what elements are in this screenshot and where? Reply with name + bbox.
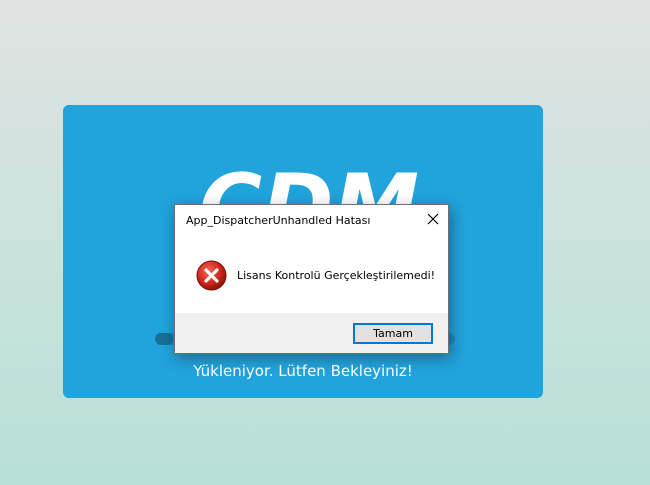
error-icon bbox=[196, 260, 227, 291]
dialog-footer: Tamam bbox=[175, 313, 448, 353]
dialog-title: App_DispatcherUnhandled Hatası bbox=[186, 214, 371, 227]
error-dialog: App_DispatcherUnhandled Hatası Lisans Ko… bbox=[174, 204, 449, 354]
close-icon bbox=[427, 213, 439, 225]
progress-fill bbox=[155, 333, 173, 345]
close-button[interactable] bbox=[422, 209, 444, 229]
loading-text: Yükleniyor. Lütfen Bekleyiniz! bbox=[193, 362, 413, 380]
error-message: Lisans Kontrolü Gerçekleştirilemedi! bbox=[237, 269, 436, 282]
ok-button[interactable]: Tamam bbox=[353, 323, 433, 344]
